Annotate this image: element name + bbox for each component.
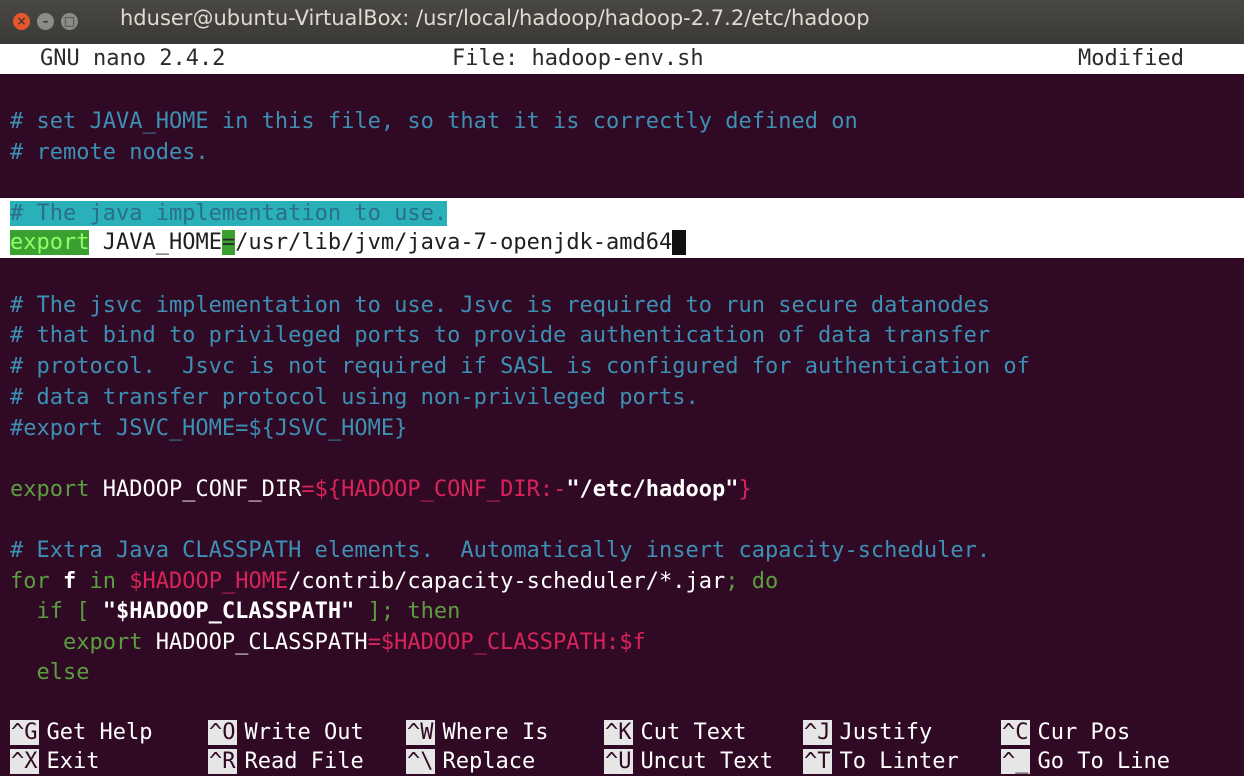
minimize-icon: – bbox=[42, 14, 49, 28]
editor-line: # data transfer protocol using non-privi… bbox=[10, 385, 699, 410]
editor-line: # set JAVA_HOME in this file, so that it… bbox=[10, 109, 858, 134]
keyword-for: for bbox=[10, 569, 50, 594]
maximize-window-button[interactable]: □ bbox=[61, 13, 78, 30]
loop-var: f bbox=[49, 569, 90, 594]
shortcut-bar: ^G Get Help ^O Write Out ^W Where Is ^K Cut … bbox=[0, 718, 1244, 776]
shortcut-write-out[interactable]: ^O Write Out bbox=[208, 720, 364, 745]
editor-line: # Extra Java CLASSPATH elements. Automat… bbox=[10, 538, 991, 563]
brace: } bbox=[738, 477, 752, 502]
keyword-in: in bbox=[89, 569, 117, 594]
keyword-export: export bbox=[10, 230, 90, 255]
editor-line: # The jsvc implementation to use. Jsvc i… bbox=[10, 293, 991, 318]
nano-header-bar: GNU nano 2.4.2 File: hadoop-env.sh Modif… bbox=[0, 44, 1244, 74]
string-literal: "/etc/hadoop" bbox=[566, 477, 739, 502]
shortcut-replace[interactable]: ^\ Replace bbox=[406, 749, 535, 774]
editor-line: export JAVA_HOME=/usr/lib/jvm/java-7-ope… bbox=[10, 229, 686, 257]
editor-line: # protocol. Jsvc is not required if SASL… bbox=[10, 354, 1030, 379]
keyword-then: ]; then bbox=[354, 599, 461, 624]
shortcut-where-is[interactable]: ^W Where Is bbox=[406, 720, 548, 745]
shortcut-go-to-line[interactable]: ^_ Go To Line bbox=[1001, 749, 1170, 774]
var-expansion: =${HADOOP_CONF_DIR:- bbox=[301, 477, 567, 502]
equals-sign: = bbox=[221, 230, 236, 255]
shortcut-get-help[interactable]: ^G Get Help bbox=[10, 720, 152, 745]
editor-line: else bbox=[10, 660, 90, 685]
minimize-window-button[interactable]: – bbox=[37, 13, 54, 30]
file-name: File: hadoop-env.sh bbox=[452, 46, 704, 71]
shortcut-uncut-text[interactable]: ^U Uncut Text bbox=[604, 749, 773, 774]
keyword-export: export bbox=[10, 630, 143, 655]
var-hadoop-home: $HADOOP_HOME bbox=[116, 569, 289, 594]
close-window-button[interactable]: × bbox=[13, 13, 30, 30]
text-cursor: _ bbox=[672, 230, 686, 255]
editor-line: # The java implementation to use. bbox=[10, 200, 448, 228]
shortcut-exit[interactable]: ^X Exit bbox=[10, 749, 99, 774]
editor-line: export HADOOP_CLASSPATH=$HADOOP_CLASSPAT… bbox=[10, 629, 646, 657]
window-title: hduser@ubuntu-VirtualBox: /usr/local/had… bbox=[120, 6, 870, 30]
keyword-do: ; do bbox=[725, 569, 779, 594]
keyword-if: if [ bbox=[10, 599, 103, 624]
modified-status: Modified bbox=[1078, 46, 1184, 71]
keyword-export: export bbox=[10, 477, 90, 502]
var-name: HADOOP_CONF_DIR bbox=[89, 477, 302, 502]
string-literal: "$HADOOP_CLASSPATH" bbox=[102, 599, 355, 624]
var-java-home: JAVA_HOME bbox=[89, 230, 222, 255]
editor-line: # remote nodes. bbox=[10, 140, 209, 165]
selected-comment: # The java implementation to use. bbox=[10, 201, 448, 226]
editor-line: if [ "$HADOOP_CLASSPATH" ]; then bbox=[10, 598, 460, 626]
editor-line: for f in $HADOOP_HOME/contrib/capacity-s… bbox=[10, 568, 778, 596]
editor-line: # that bind to privileged ports to provi… bbox=[10, 323, 991, 348]
close-icon: × bbox=[16, 14, 27, 28]
shortcut-cut-text[interactable]: ^K Cut Text bbox=[604, 720, 746, 745]
shortcut-read-file[interactable]: ^R Read File bbox=[208, 749, 364, 774]
shortcut-cur-pos[interactable]: ^C Cur Pos bbox=[1001, 720, 1130, 745]
java-path: /usr/lib/jvm/java-7-openjdk-amd64 bbox=[235, 230, 673, 255]
editor-line: export HADOOP_CONF_DIR=${HADOOP_CONF_DIR… bbox=[10, 476, 752, 504]
maximize-icon: □ bbox=[63, 14, 76, 28]
shortcut-to-linter[interactable]: ^T To Linter bbox=[803, 749, 959, 774]
editor-line: #export JSVC_HOME=${JSVC_HOME} bbox=[10, 416, 408, 441]
window-titlebar[interactable]: × – □ hduser@ubuntu-VirtualBox: /usr/loc… bbox=[0, 0, 1244, 44]
var-expansion: =$HADOOP_CLASSPATH:$f bbox=[367, 630, 646, 655]
shortcut-justify[interactable]: ^J Justify bbox=[803, 720, 932, 745]
path: /contrib/capacity-scheduler/*.jar bbox=[288, 569, 726, 594]
var-name: HADOOP_CLASSPATH bbox=[142, 630, 368, 655]
nano-version: GNU nano 2.4.2 bbox=[40, 46, 226, 71]
